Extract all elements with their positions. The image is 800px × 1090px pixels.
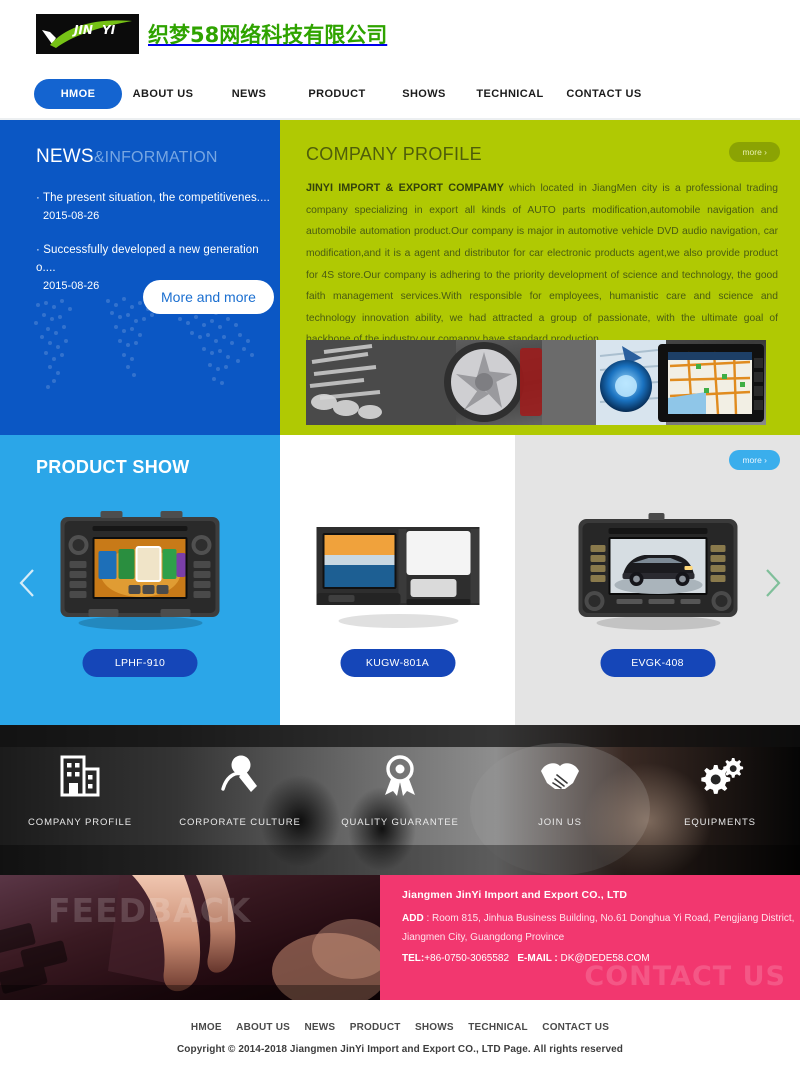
company-name-cn: 织梦58网络科技有限公司: [148, 23, 388, 47]
contact-tel-value: +86-0750-3065582: [424, 953, 510, 964]
news-and-profile-row: NEWS&INFORMATION · The present situation…: [0, 120, 800, 435]
site-logo[interactable]: JIN YI 织梦58网络科技有限公司: [36, 14, 387, 54]
feedback-watermark-text: FEEDBACK: [48, 891, 252, 930]
nav-item-product[interactable]: PRODUCT: [308, 88, 365, 100]
svg-text:YI: YI: [102, 23, 116, 37]
contact-tel-label: TEL:: [402, 953, 425, 964]
product-name-button[interactable]: KUGW-801A: [340, 649, 455, 677]
product-card[interactable]: EVGK-408: [515, 435, 800, 725]
news-item-link[interactable]: · Successfully developed a new generatio…: [36, 242, 280, 277]
site-footer: HMOE ABOUT US NEWS PRODUCT SHOWS TECHNIC…: [0, 1000, 800, 1090]
nav-item-contact-us[interactable]: CONTACT US: [566, 88, 641, 100]
svg-text:JIN: JIN: [72, 23, 93, 37]
feature-label: QUALITY GUARANTEE: [341, 817, 459, 828]
main-navigation: HMOE ABOUT US NEWS PRODUCT SHOWS TECHNIC…: [0, 70, 800, 120]
nav-item-shows[interactable]: SHOWS: [402, 88, 446, 100]
company-profile-body: which located in JiangMen city is a prof…: [306, 183, 778, 345]
news-title-sub: &INFORMATION: [93, 149, 218, 166]
contact-panel: CONTACT US Jiangmen JinYi Import and Exp…: [380, 875, 800, 1000]
auto-parts-wheel-gps-banner-image: [306, 340, 766, 425]
feature-item-corporate-culture[interactable]: CORPORATE CULTURE: [160, 751, 320, 828]
company-profile-text: JINYI IMPORT & EXPORT COMPAMY which loca…: [280, 165, 800, 351]
site-header: JIN YI 织梦58网络科技有限公司: [0, 0, 800, 70]
feature-label: COMPANY PROFILE: [28, 817, 132, 828]
footer-nav-product[interactable]: PRODUCT: [350, 1022, 401, 1033]
feature-label: JOIN US: [538, 817, 582, 828]
product-name-button[interactable]: EVGK-408: [600, 649, 715, 677]
contact-address-label: ADD: [402, 913, 424, 924]
company-profile-panel: COMPANY PROFILE more › JINYI IMPORT & EX…: [280, 120, 800, 435]
contact-email-value: DK@DEDE58.COM: [560, 953, 650, 964]
nav-item-about-us[interactable]: ABOUT US: [133, 88, 194, 100]
news-panel: NEWS&INFORMATION · The present situation…: [0, 120, 280, 435]
product-show-title: PRODUCT SHOW: [36, 457, 190, 477]
car-dvd-navigation-unit-2-image: [316, 527, 479, 628]
copyright-text: Copyright © 2014-2018 Jiangmen JinYi Imp…: [176, 1044, 623, 1055]
feature-item-equipments[interactable]: EQUIPMENTS: [640, 751, 800, 828]
feature-icon-band: COMPANY PROFILE CORPORATE CULTURE QUALIT…: [0, 725, 800, 875]
feedback-and-contact-row: FEEDBACK CONTACT US Jiangmen JinYi Impor…: [0, 875, 800, 1000]
contact-address: ADD : Room 815, Jinhua Business Building…: [402, 910, 800, 947]
award-ribbon-icon: [320, 751, 480, 799]
footer-nav-hmoe[interactable]: HMOE: [191, 1022, 222, 1033]
nav-item-news[interactable]: NEWS: [232, 88, 267, 100]
news-list-item: · The present situation, the competitive…: [36, 190, 280, 222]
news-panel-title: NEWS&INFORMATION: [36, 146, 280, 168]
chevron-right-icon[interactable]: [762, 566, 784, 600]
footer-nav-contact-us[interactable]: CONTACT US: [542, 1022, 609, 1033]
feature-item-quality-guarantee[interactable]: QUALITY GUARANTEE: [320, 751, 480, 828]
building-icon: [0, 751, 160, 799]
contact-tel-email: TEL:+86-0750-3065582 E-MAIL : DK@DEDE58.…: [402, 953, 800, 964]
news-title-main: NEWS: [36, 146, 94, 167]
product-name-button[interactable]: LPHF-910: [82, 649, 198, 677]
contact-watermark-text: CONTACT US: [584, 961, 786, 992]
footer-nav-about-us[interactable]: ABOUT US: [236, 1022, 290, 1033]
footer-navigation: HMOE ABOUT US NEWS PRODUCT SHOWS TECHNIC…: [0, 1017, 800, 1035]
footer-nav-news[interactable]: NEWS: [304, 1022, 335, 1033]
product-card[interactable]: LPHF-910: [0, 435, 280, 725]
feature-label: EQUIPMENTS: [684, 817, 756, 828]
handshake-icon: [480, 751, 640, 799]
news-list: · The present situation, the competitive…: [36, 190, 280, 292]
contact-email-label: E-MAIL :: [517, 953, 558, 964]
product-card[interactable]: KUGW-801A: [280, 435, 515, 725]
footer-nav-technical[interactable]: TECHNICAL: [468, 1022, 528, 1033]
feature-label: CORPORATE CULTURE: [179, 817, 301, 828]
feedback-panel: FEEDBACK: [0, 875, 380, 1000]
car-dvd-navigation-unit-1-image: [60, 511, 220, 630]
nav-item-hmoe[interactable]: HMOE: [33, 79, 123, 109]
news-item-date: 2015-08-26: [43, 210, 100, 223]
news-item-link[interactable]: · The present situation, the competitive…: [36, 190, 280, 207]
product-show-row: PRODUCT SHOW more › LPHF-910 KUGW-801A E…: [0, 435, 800, 725]
chevron-left-icon[interactable]: [16, 566, 38, 600]
car-dvd-navigation-unit-3-image: [578, 513, 737, 630]
gears-icon: [640, 751, 800, 799]
microphone-icon: [160, 751, 320, 799]
nav-item-technical[interactable]: TECHNICAL: [476, 88, 543, 100]
company-profile-title: COMPANY PROFILE: [306, 144, 482, 164]
company-profile-lead: JINYI IMPORT & EXPORT COMPAMY: [306, 182, 504, 194]
company-profile-more-button[interactable]: more ›: [729, 142, 780, 162]
contact-address-value: : Room 815, Jinhua Business Building, No…: [402, 913, 795, 943]
feature-item-join-us[interactable]: JOIN US: [480, 751, 640, 828]
contact-company-name: Jiangmen JinYi Import and Export CO., LT…: [402, 889, 628, 901]
feature-item-company-profile[interactable]: COMPANY PROFILE: [0, 751, 160, 828]
footer-nav-shows[interactable]: SHOWS: [415, 1022, 454, 1033]
jinyi-checkmark-logo-icon: JIN YI: [36, 14, 139, 54]
product-show-more-button[interactable]: more ›: [729, 450, 780, 470]
news-more-button[interactable]: More and more: [143, 280, 274, 314]
